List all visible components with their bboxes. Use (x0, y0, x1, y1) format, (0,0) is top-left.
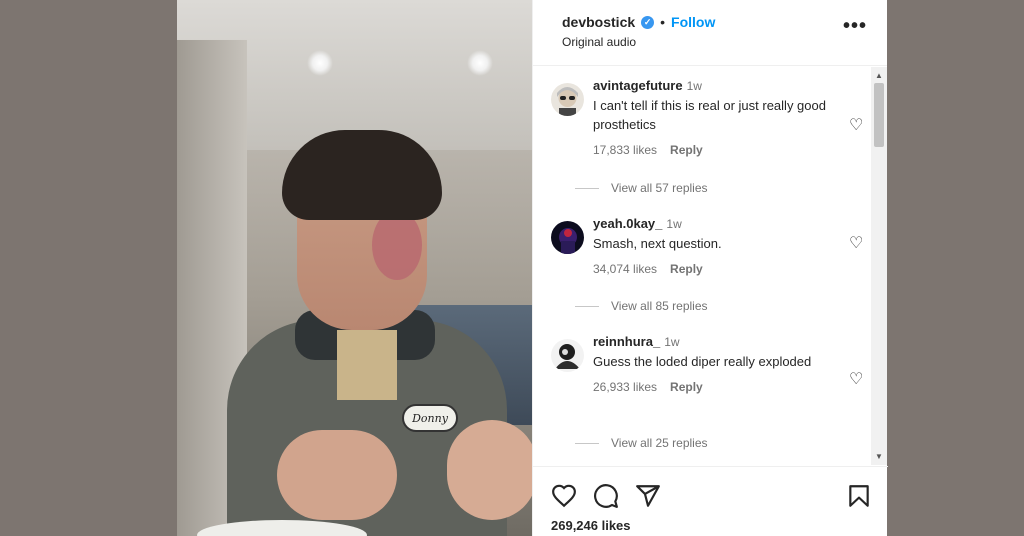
comment-icon[interactable] (593, 483, 619, 509)
reply-button[interactable]: Reply (670, 380, 703, 394)
comment-heart-icon[interactable]: ♡ (849, 233, 863, 253)
comment-body: avintagefuture 1w I can't tell if this is… (593, 77, 843, 157)
comment-heart-icon[interactable]: ♡ (849, 369, 863, 389)
audio-link[interactable]: Original audio (562, 35, 869, 49)
comment-username[interactable]: yeah.0kay_ (593, 216, 662, 231)
comment-time: 1w (666, 217, 682, 231)
separator-dot: • (660, 14, 666, 30)
view-replies-label[interactable]: View all 85 replies (611, 299, 708, 313)
instagram-post: Donny devbostick ✓ • Follow Original aud… (177, 0, 888, 536)
comment-meta: 34,074 likes Reply (593, 262, 843, 276)
scrollbar-thumb[interactable] (874, 83, 884, 147)
comment-like-count[interactable]: 26,933 likes (593, 380, 657, 394)
comment-body: reinnhura_ 1w Guess the loded diper reall… (593, 333, 843, 394)
commenter-avatar[interactable] (551, 83, 584, 116)
scroll-up-arrow-icon[interactable]: ▲ (875, 71, 883, 80)
comment-body: yeah.0kay_ 1w Smash, next question. 34,07… (593, 215, 843, 276)
comment-time: 1w (686, 79, 702, 93)
comment-like-count[interactable]: 34,074 likes (593, 262, 657, 276)
share-icon[interactable] (635, 483, 661, 509)
comment-header: yeah.0kay_ 1w (593, 215, 843, 233)
shirt (337, 330, 397, 400)
left-hand (277, 430, 397, 520)
comments-list: avintagefuture 1w I can't tell if this is… (533, 67, 888, 465)
comment-meta: 17,833 likes Reply (593, 143, 843, 157)
comment-text: Guess the loded diper really exploded (593, 354, 812, 369)
reply-button[interactable]: Reply (670, 143, 703, 157)
more-options-icon[interactable]: ••• (843, 16, 867, 36)
comment-heart-icon[interactable]: ♡ (849, 115, 863, 135)
view-replies-button[interactable]: View all 57 replies (575, 181, 708, 195)
scroll-down-arrow-icon[interactable]: ▼ (875, 452, 883, 461)
comment-header: avintagefuture 1w (593, 77, 843, 95)
author-row: devbostick ✓ • Follow (562, 14, 869, 30)
commenter-avatar[interactable] (551, 221, 584, 254)
comment-like-count[interactable]: 17,833 likes (593, 143, 657, 157)
comment-text: Smash, next question. (593, 236, 722, 251)
ceiling-light (467, 50, 493, 76)
view-replies-label[interactable]: View all 25 replies (611, 436, 708, 450)
post-video[interactable]: Donny (177, 0, 532, 536)
follow-button[interactable]: Follow (671, 14, 715, 30)
comment-time: 1w (664, 335, 680, 349)
replies-divider (575, 187, 599, 189)
bookmark-icon[interactable] (846, 483, 872, 509)
right-hand (447, 420, 532, 520)
comments-scrollbar[interactable]: ▲ ▼ (871, 67, 887, 465)
comment-text: I can't tell if this is real or just rea… (593, 98, 826, 132)
commenter-avatar[interactable] (551, 339, 584, 372)
replies-divider (575, 305, 599, 307)
comment-header: reinnhura_ 1w (593, 333, 843, 351)
comment-meta: 26,933 likes Reply (593, 380, 843, 394)
view-replies-button[interactable]: View all 85 replies (575, 299, 708, 313)
view-replies-label[interactable]: View all 57 replies (611, 181, 708, 195)
author-username[interactable]: devbostick (562, 14, 635, 30)
reply-button[interactable]: Reply (670, 262, 703, 276)
verified-badge-icon: ✓ (641, 15, 655, 29)
view-replies-button[interactable]: View all 25 replies (575, 436, 708, 450)
comment-username[interactable]: reinnhura_ (593, 334, 660, 349)
post-header: devbostick ✓ • Follow Original audio ••• (533, 0, 887, 66)
post-side-panel: devbostick ✓ • Follow Original audio ••• (532, 0, 888, 536)
ceiling-light (307, 50, 333, 76)
post-like-count[interactable]: 269,246 likes (551, 518, 631, 533)
like-heart-icon[interactable] (551, 483, 577, 509)
bruised-eye (372, 210, 422, 280)
replies-divider (575, 442, 599, 444)
person-hair (282, 130, 442, 220)
post-actions: 269,246 likes (533, 466, 888, 536)
name-patch: Donny (402, 404, 458, 432)
comment-username[interactable]: avintagefuture (593, 78, 683, 93)
